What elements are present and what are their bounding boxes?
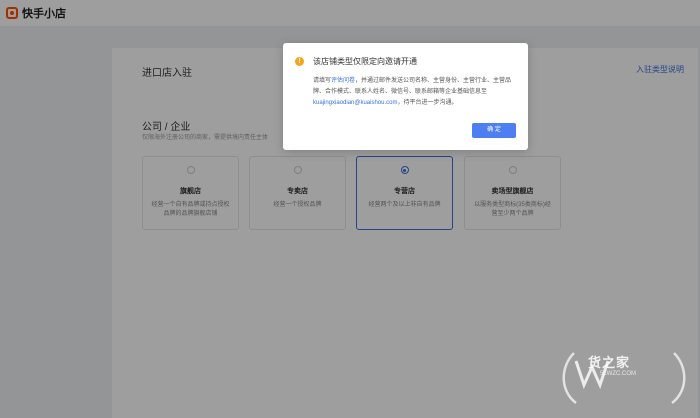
warning-icon: ! bbox=[295, 57, 304, 66]
watermark-text: 货之家 bbox=[588, 355, 631, 370]
contact-email-link[interactable]: kuajingxiaodian@kuaishou.com bbox=[313, 100, 397, 106]
watermark-subtext: 51WZC.COM bbox=[600, 371, 636, 377]
dialog-body-prefix: 请填写 bbox=[313, 78, 332, 84]
confirm-button[interactable]: 确 定 bbox=[472, 123, 516, 138]
dialog-body: 请填写评估问卷，并通过邮件发送公司名称、主营身份、主营行业、主营品牌、合作模式、… bbox=[313, 76, 513, 109]
dialog-body-suffix: ，待平台进一步沟通。 bbox=[397, 100, 458, 106]
invite-only-dialog: ! 该店铺类型仅限定向邀请开通 请填写评估问卷，并通过邮件发送公司名称、主营身份… bbox=[283, 43, 528, 150]
questionnaire-link[interactable]: 评估问卷 bbox=[331, 78, 355, 84]
dialog-title: 该店铺类型仅限定向邀请开通 bbox=[313, 57, 417, 66]
